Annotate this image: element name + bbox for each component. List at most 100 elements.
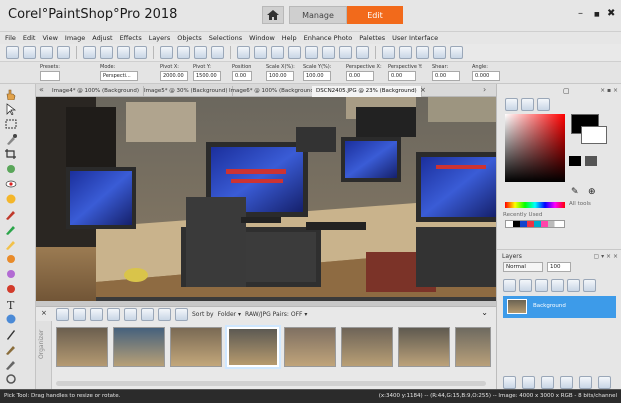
maximize-button[interactable]: ■ xyxy=(594,11,600,18)
crop-icon[interactable] xyxy=(271,46,284,59)
share-icon[interactable] xyxy=(134,46,147,59)
menu-help[interactable]: Help xyxy=(282,34,297,42)
fg-texture-swatch[interactable] xyxy=(569,156,581,166)
layer-effects-icon[interactable] xyxy=(541,376,554,389)
add-color-icon[interactable]: ⊕ xyxy=(588,187,596,197)
menu-adjust[interactable]: Adjust xyxy=(92,34,112,42)
organizer-rotate-right-icon[interactable] xyxy=(158,307,171,321)
menu-selections[interactable]: Selections xyxy=(209,34,242,42)
rotate-right-icon[interactable] xyxy=(254,46,267,59)
thumbnail-selected[interactable] xyxy=(227,327,279,367)
position-input[interactable]: 0.00 xyxy=(232,71,252,81)
clone-brush-icon[interactable] xyxy=(4,208,18,220)
scale-x-input[interactable]: 100.00 xyxy=(266,71,294,81)
menu-effects[interactable]: Effects xyxy=(120,34,142,42)
selection-tool-icon[interactable] xyxy=(4,118,18,130)
save-as-icon[interactable] xyxy=(100,46,113,59)
tab-image5[interactable]: Image5* @ 30% (Background) xyxy=(140,86,233,97)
zoom-in-icon[interactable] xyxy=(382,46,395,59)
flood-fill-icon[interactable] xyxy=(4,283,18,295)
folder-dropdown[interactable]: Folder ▾ xyxy=(218,311,241,318)
organizer-close-icon[interactable]: × xyxy=(41,309,47,317)
new-icon[interactable] xyxy=(6,46,19,59)
menu-file[interactable]: File xyxy=(5,34,16,42)
print-icon[interactable] xyxy=(160,46,173,59)
preset-shape-icon[interactable] xyxy=(4,313,18,325)
menu-objects[interactable]: Objects xyxy=(177,34,202,42)
organizer-tag-icon[interactable] xyxy=(73,307,86,321)
dropper-tool-icon[interactable] xyxy=(4,133,18,145)
layer-delete-icon[interactable] xyxy=(579,376,592,389)
perspective-y-input[interactable]: 0.00 xyxy=(388,71,416,81)
menu-view[interactable]: View xyxy=(42,34,57,42)
pick-tool-icon[interactable] xyxy=(4,103,18,115)
blend-mode-dropdown[interactable]: Normal xyxy=(503,262,543,272)
mode-dropdown[interactable]: Perspecti... xyxy=(100,71,138,81)
zoom-out-icon[interactable] xyxy=(399,46,412,59)
layer-row-background[interactable]: Background xyxy=(503,296,616,318)
layer-visibility-icon[interactable] xyxy=(522,376,535,389)
new-adjustment-layer-icon[interactable] xyxy=(535,279,548,292)
pan-tool-icon[interactable] xyxy=(4,88,18,100)
dropper-icon[interactable]: ✎ xyxy=(571,187,579,197)
workspace-icon[interactable] xyxy=(450,46,463,59)
shear-input[interactable]: 0.00 xyxy=(432,71,460,81)
pivot-x-input[interactable]: 2000.00 xyxy=(160,71,188,81)
new-vector-layer-icon[interactable] xyxy=(519,279,532,292)
layer-group-icon[interactable] xyxy=(560,376,573,389)
thumbnail[interactable] xyxy=(284,327,336,367)
organizer-copy-icon[interactable] xyxy=(124,307,137,321)
tab-image4[interactable]: Image4* @ 100% (Background) xyxy=(48,86,145,97)
thumbnail[interactable] xyxy=(341,327,393,367)
rotate-left-icon[interactable] xyxy=(237,46,250,59)
frame-mode-icon[interactable] xyxy=(505,98,518,111)
fit-icon[interactable] xyxy=(416,46,429,59)
pen-tool-icon[interactable] xyxy=(4,328,18,340)
organizer-collapse-icon[interactable]: ⌄ xyxy=(481,308,488,317)
new-mask-layer-icon[interactable] xyxy=(551,279,564,292)
thumbnail[interactable] xyxy=(56,327,108,367)
tab-image6[interactable]: Image6* @ 100% (Background) xyxy=(225,86,322,97)
settings-tool-icon[interactable] xyxy=(4,373,18,385)
recent-colors-swatches[interactable] xyxy=(505,220,565,228)
text-tool-icon[interactable]: T xyxy=(4,298,18,310)
all-tools-checkbox[interactable]: All tools xyxy=(569,201,591,207)
hue-slider[interactable] xyxy=(505,202,565,208)
makeover-tool-icon[interactable] xyxy=(4,193,18,205)
layers-close-icon[interactable]: ▢ ▾ × × xyxy=(594,252,618,262)
histogram-icon[interactable] xyxy=(356,46,369,59)
full-screen-icon[interactable] xyxy=(433,46,446,59)
background-color-swatch[interactable] xyxy=(581,126,607,144)
resize-icon[interactable] xyxy=(288,46,301,59)
thumbnail[interactable] xyxy=(113,327,165,367)
organizer-view-icon[interactable] xyxy=(56,307,69,321)
menu-palettes[interactable]: Palettes xyxy=(359,34,385,42)
organizer-side-tab[interactable]: Organizer xyxy=(36,321,52,390)
image-info-icon[interactable] xyxy=(305,46,318,59)
browse-icon[interactable] xyxy=(23,46,36,59)
close-button[interactable]: ✖ xyxy=(607,8,615,19)
scan-icon[interactable] xyxy=(57,46,70,59)
scale-y-input[interactable]: 100.00 xyxy=(303,71,331,81)
straighten-tool-icon[interactable] xyxy=(4,163,18,175)
color-icon[interactable] xyxy=(322,46,335,59)
thumbnail[interactable] xyxy=(455,327,491,367)
menu-layers[interactable]: Layers xyxy=(149,34,171,42)
raw-jpg-dropdown[interactable]: RAW/JPG Pairs: OFF ▾ xyxy=(245,311,307,318)
thumbnail[interactable] xyxy=(170,327,222,367)
menu-enhance-photo[interactable]: Enhance Photo xyxy=(304,34,353,42)
minimize-button[interactable]: – xyxy=(578,8,583,19)
layer-lock-icon[interactable] xyxy=(583,279,596,292)
open-icon[interactable] xyxy=(40,46,53,59)
new-raster-layer-icon[interactable] xyxy=(503,279,516,292)
menu-user-interface[interactable]: User Interface xyxy=(392,34,438,42)
close-tab-icon[interactable]: × xyxy=(420,86,426,94)
warp-brush-icon[interactable] xyxy=(4,343,18,355)
menu-image[interactable]: Image xyxy=(65,34,85,42)
layer-props-icon[interactable] xyxy=(503,376,516,389)
undo-icon[interactable] xyxy=(177,46,190,59)
tab-dscn2405[interactable]: DSCN2405.JPG @ 23% (Background) xyxy=(312,86,422,97)
home-button[interactable] xyxy=(262,6,284,24)
layer-link-icon[interactable] xyxy=(567,279,580,292)
smudge-tool-icon[interactable] xyxy=(4,253,18,265)
